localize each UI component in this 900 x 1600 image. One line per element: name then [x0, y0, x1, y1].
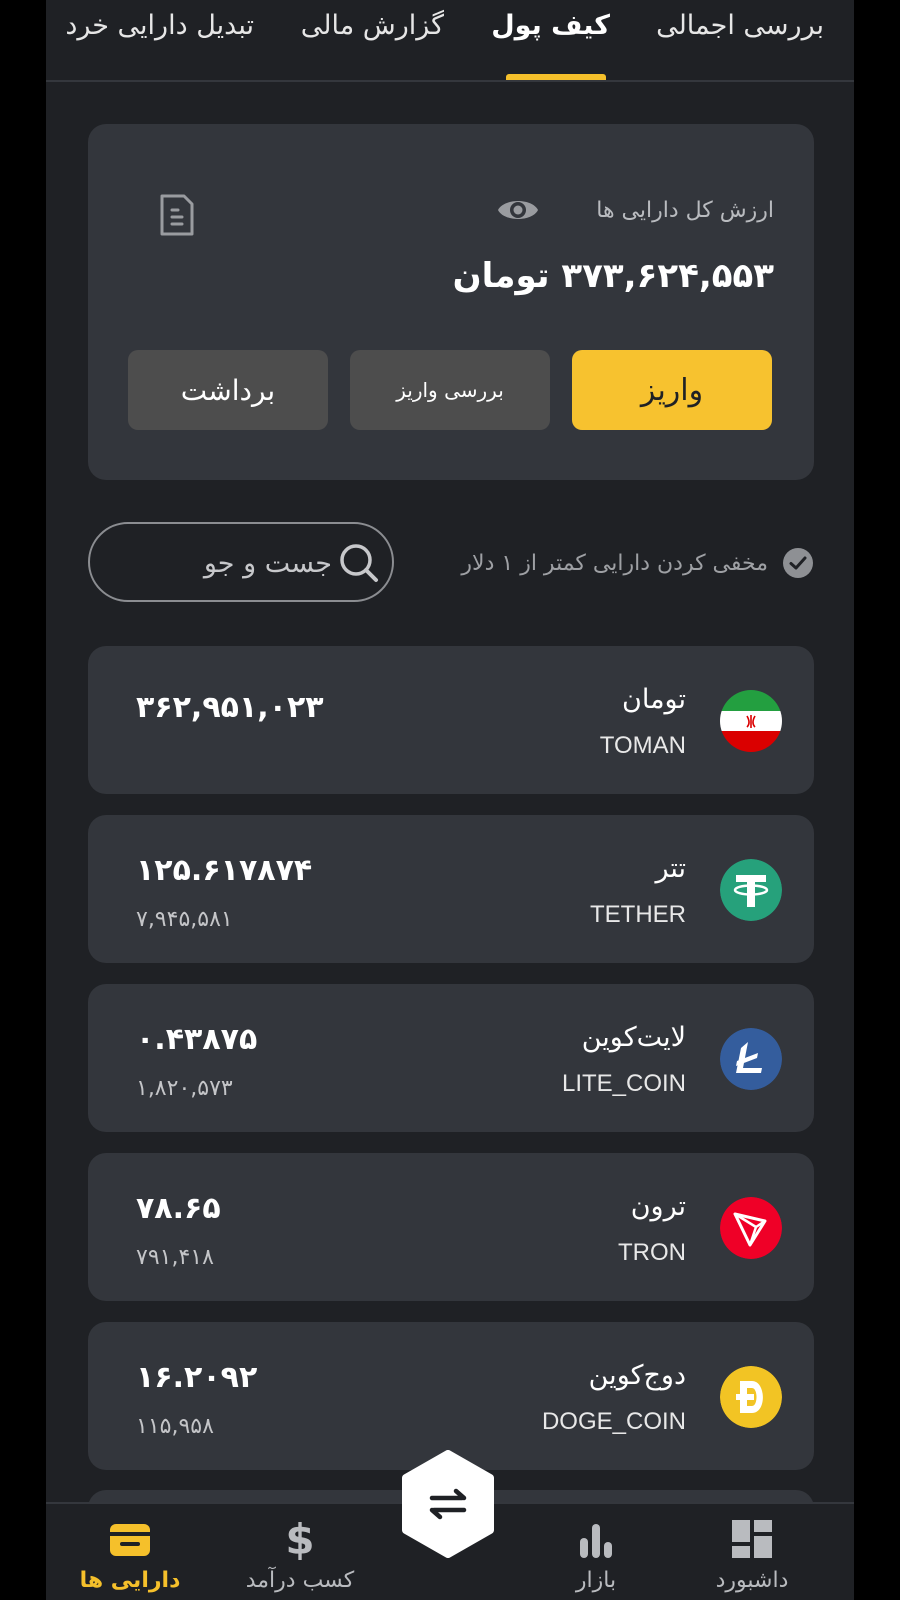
swap-button[interactable]: [398, 1450, 498, 1558]
checkmark-icon[interactable]: [782, 547, 814, 579]
asset-code: TOMAN: [599, 732, 686, 759]
check-deposit-button[interactable]: بررسی واریز: [350, 350, 550, 430]
asset-amount: ۷۸.۶۵: [136, 1191, 221, 1226]
asset-name: تومان: [622, 684, 686, 715]
active-tab-indicator: [506, 74, 606, 80]
litecoin-icon: [720, 1028, 782, 1090]
dashboard-icon: [732, 1520, 772, 1558]
total-assets-label: ارزش کل دارایی ها: [596, 198, 774, 223]
withdraw-button[interactable]: برداشت: [128, 350, 328, 430]
iran-flag-icon: [720, 690, 782, 752]
tab-financial-report[interactable]: گزارش مالی: [301, 10, 444, 41]
bar-chart-icon: [580, 1524, 612, 1558]
asset-toman-value: ۱۱۵,۹۵۸: [136, 1414, 214, 1439]
balance-card: ارزش کل دارایی ها ۳۷۳,۶۲۴,۵۵۳ تومان واری…: [88, 124, 814, 480]
nav-item-earn[interactable]: $ کسب درآمد: [230, 1504, 370, 1600]
nav-item-dashboard[interactable]: داشبورد: [682, 1504, 822, 1600]
asset-name: دوج‌کوین: [588, 1360, 686, 1391]
hide-small-assets-toggle[interactable]: مخفی کردن دارایی کمتر از ۱ دلار: [461, 546, 814, 580]
tron-icon: [720, 1197, 782, 1259]
nav-label: کسب درآمد: [245, 1568, 355, 1593]
asset-code: DOGE_COIN: [541, 1408, 686, 1435]
svg-text:$: $: [285, 1518, 314, 1560]
asset-list: تومان TOMAN ۳۶۲,۹۵۱,۰۲۳ تتر TETHER ۱۲۵.۶…: [88, 646, 814, 1491]
asset-toman-value: ۱,۸۲۰,۵۷۳: [136, 1076, 233, 1101]
top-tabs: بررسی اجمالی کیف پول گزارش مالی تبدیل دا…: [46, 0, 854, 82]
asset-code: TRON: [618, 1239, 686, 1266]
deposit-button[interactable]: واریز: [572, 350, 772, 430]
nav-label: داشبورد: [715, 1568, 789, 1593]
report-icon[interactable]: [158, 194, 196, 236]
eye-icon[interactable]: [496, 192, 540, 228]
asset-name: تتر: [655, 853, 686, 884]
hide-small-assets-label: مخفی کردن دارایی کمتر از ۱ دلار: [461, 550, 768, 576]
search-icon: [340, 544, 378, 582]
tab-overview[interactable]: بررسی اجمالی: [656, 10, 824, 41]
asset-row-dogecoin[interactable]: دوج‌کوین DOGE_COIN ۱۶.۲۰۹۲ ۱۱۵,۹۵۸: [88, 1322, 814, 1470]
tab-small-asset-convert[interactable]: تبدیل دارایی خرد: [65, 10, 254, 41]
asset-toman-value: ۷۹۱,۴۱۸: [136, 1245, 214, 1270]
asset-name: ترون: [630, 1191, 686, 1222]
app-screen: بررسی اجمالی کیف پول گزارش مالی تبدیل دا…: [46, 0, 854, 1600]
asset-row-tron[interactable]: ترون TRON ۷۸.۶۵ ۷۹۱,۴۱۸: [88, 1153, 814, 1301]
dollar-icon: $: [285, 1518, 314, 1560]
asset-amount: ۱۲۵.۶۱۷۸۷۴: [136, 853, 313, 888]
search-box[interactable]: [88, 522, 394, 602]
wallet-icon: [110, 1524, 150, 1556]
dogecoin-icon: [720, 1366, 782, 1428]
asset-amount: ۱۶.۲۰۹۲: [136, 1360, 258, 1395]
asset-toman-value: ۷,۹۴۵,۵۸۱: [136, 907, 233, 932]
asset-amount: ۳۶۲,۹۵۱,۰۲۳: [136, 690, 324, 725]
tab-wallet[interactable]: کیف پول: [491, 10, 610, 41]
asset-row-litecoin[interactable]: لایت‌کوین LITE_COIN ۰.۴۳۸۷۵ ۱,۸۲۰,۵۷۳: [88, 984, 814, 1132]
nav-item-market[interactable]: بازار: [526, 1504, 666, 1600]
nav-label: بازار: [575, 1568, 617, 1593]
asset-row-toman[interactable]: تومان TOMAN ۳۶۲,۹۵۱,۰۲۳: [88, 646, 814, 794]
asset-row-tether[interactable]: تتر TETHER ۱۲۵.۶۱۷۸۷۴ ۷,۹۴۵,۵۸۱: [88, 815, 814, 963]
asset-name: لایت‌کوین: [581, 1022, 686, 1053]
tether-icon: [720, 859, 782, 921]
asset-code: TETHER: [590, 901, 686, 928]
total-assets-value: ۳۷۳,۶۲۴,۵۵۳ تومان: [452, 256, 774, 296]
nav-label: دارایی ها: [79, 1568, 181, 1593]
search-input[interactable]: [110, 538, 334, 588]
asset-amount: ۰.۴۳۸۷۵: [136, 1022, 258, 1057]
asset-code: LITE_COIN: [561, 1070, 686, 1097]
nav-item-assets[interactable]: دارایی ها: [60, 1504, 200, 1600]
